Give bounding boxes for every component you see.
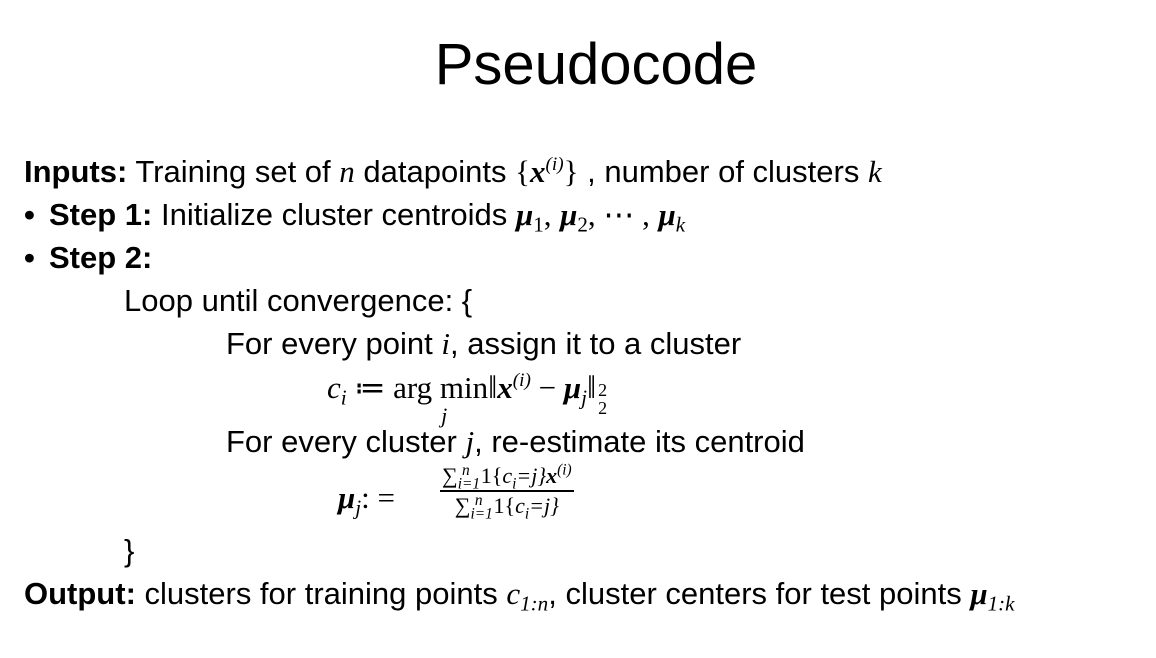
assign-operator: ≔ xyxy=(354,370,386,405)
step2-line: • Step 2: xyxy=(24,238,152,278)
mu-k-symbol: μ xyxy=(658,197,676,232)
assign-text-a: For every point xyxy=(226,326,433,361)
step1-label: Step 1: xyxy=(49,197,153,232)
mu-2-subscript: 2 xyxy=(577,212,588,237)
update-mu-symbol: μ xyxy=(338,480,356,515)
num-sum-upper: n xyxy=(462,461,470,479)
output-mu-symbol: μ xyxy=(970,576,988,611)
num-c-symbol: c xyxy=(502,463,513,488)
inputs-n-symbol: n xyxy=(339,154,355,189)
norm-scripts: 22 xyxy=(596,376,610,418)
assign-text-b: , assign it to a cluster xyxy=(450,326,742,361)
num-sum-symbol: ∑ xyxy=(442,463,458,488)
loop-open-line: Loop until convergence: { xyxy=(124,283,473,318)
update-j-symbol: j xyxy=(465,424,475,459)
output-mu-subscript: 1:k xyxy=(987,591,1015,616)
inputs-line: Inputs: Training set of n datapoints {x(… xyxy=(24,152,882,192)
inputs-x-symbol: x xyxy=(529,154,546,189)
mu-1-symbol: μ xyxy=(515,197,534,232)
slide-title: Pseudocode xyxy=(434,32,758,97)
loop-close-line: } xyxy=(124,533,135,568)
output-c-symbol: c xyxy=(506,576,521,611)
update-fraction: ∑i=1n 1{ci=j}x(i) ∑i=1n 1{ci=j} xyxy=(440,461,574,522)
den-sum-upper: n xyxy=(474,491,483,509)
num-x-symbol: x xyxy=(546,463,558,488)
update-text-b: , re-estimate its centroid xyxy=(474,424,805,459)
step2-bullet: • xyxy=(24,240,35,275)
assign-i-symbol: i xyxy=(441,326,451,361)
step1-text: Initialize cluster centroids xyxy=(160,197,508,232)
assign-x-superscript: (i) xyxy=(512,370,531,392)
output-label: Output: xyxy=(24,576,136,611)
c-i-symbol: c xyxy=(327,370,341,405)
num-indicator-open: 1{ xyxy=(480,463,503,488)
update-lhs: μj: = xyxy=(338,478,395,518)
fraction-numerator: ∑i=1n 1{ci=j}x(i) xyxy=(440,461,574,491)
output-text-b: , cluster centers for test points xyxy=(548,576,962,611)
norm-close: ‖ xyxy=(586,370,597,406)
den-indicator-close: =j} xyxy=(529,493,559,518)
argmin-operator: arg min j xyxy=(393,368,488,428)
inputs-text-c: , number of clusters xyxy=(587,154,860,189)
update-equation: μj: = ∑i=1n 1{ci=j}x(i) ∑i=1n 1{ci=j} xyxy=(338,461,638,533)
c-i-subscript: i xyxy=(340,385,347,410)
inputs-text-b: datapoints xyxy=(363,154,507,189)
den-sum-symbol: ∑ xyxy=(454,493,471,518)
set-open-brace: { xyxy=(515,154,530,189)
assign-text-line: For every point i, assign it to a cluste… xyxy=(226,324,741,364)
assign-mu-symbol: μ xyxy=(563,370,582,405)
output-c-subscript: 1:n xyxy=(520,591,549,616)
set-close-brace: } xyxy=(563,154,579,189)
step1-comma-1: , xyxy=(543,197,552,232)
inputs-label: Inputs: xyxy=(24,154,128,189)
step2-label: Step 2: xyxy=(49,240,153,275)
output-text-a: clusters for training points xyxy=(144,576,498,611)
update-text-line: For every cluster j, re-estimate its cen… xyxy=(226,422,805,462)
mu-1-subscript: 1 xyxy=(533,212,544,237)
step1-line: • Step 1: Initialize cluster centroids μ1… xyxy=(24,195,685,235)
mu-k-subscript: k xyxy=(675,212,686,237)
den-indicator-open: 1{ xyxy=(493,493,516,518)
num-indicator-close: =j} xyxy=(516,463,547,488)
inputs-text-a: Training set of xyxy=(135,154,331,189)
assign-equation: ci ≔ arg min j ‖x(i) − μj‖ 2 2 xyxy=(327,368,610,428)
update-text-a: For every cluster xyxy=(226,424,457,459)
norm-open: ‖ xyxy=(488,370,498,406)
update-assign-operator: : = xyxy=(361,480,395,515)
assign-x-symbol: x xyxy=(497,370,513,405)
den-c-symbol: c xyxy=(515,493,525,518)
step1-ellipsis: , ⋯ , xyxy=(587,197,650,232)
mu-2-symbol: μ xyxy=(560,197,578,232)
inputs-x-superscript: (i) xyxy=(545,154,564,176)
num-x-superscript: (i) xyxy=(557,461,572,479)
fraction-denominator: ∑i=1n 1{ci=j} xyxy=(440,491,574,521)
output-line: Output: clusters for training points c1:… xyxy=(24,574,1015,614)
step1-bullet: • xyxy=(24,197,35,232)
minus-sign: − xyxy=(538,370,557,405)
inputs-k-symbol: k xyxy=(867,154,882,189)
